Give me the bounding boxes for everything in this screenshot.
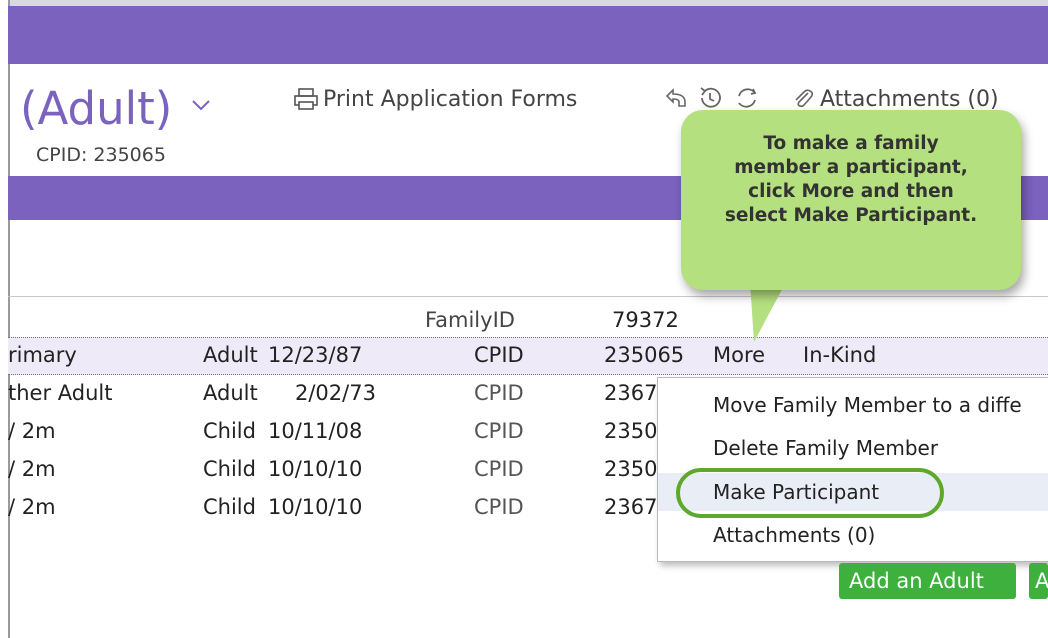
table-top-divider	[8, 296, 1048, 297]
chevron-down-icon[interactable]	[188, 92, 214, 118]
row-id-value: 2367	[604, 381, 658, 405]
callout-pointer	[750, 282, 786, 342]
row-type: Adult	[203, 381, 258, 405]
row-dob: 10/11/08	[268, 419, 363, 443]
row-name: rimary	[8, 343, 77, 367]
row-id-value: 235065	[604, 343, 685, 367]
row-id-value: 2367	[604, 495, 658, 519]
callout-line: select Make Participant.	[724, 205, 978, 226]
print-forms-button[interactable]: Print Application Forms	[293, 86, 577, 112]
family-id-label: FamilyID	[425, 308, 515, 332]
callout-line: To make a family	[763, 133, 939, 154]
undo-icon[interactable]	[663, 86, 689, 112]
paperclip-icon	[795, 89, 814, 108]
row-dob: 10/10/10	[268, 495, 363, 519]
row-type: Adult	[203, 343, 258, 367]
row-id-label: CPID	[474, 457, 524, 481]
table-row-primary[interactable]	[8, 337, 1048, 375]
family-id-value: 79372	[612, 308, 679, 332]
print-forms-label: Print Application Forms	[323, 86, 578, 112]
row-dob: 12/23/87	[268, 343, 363, 367]
instruction-callout: To make a family member a participant, c…	[681, 110, 1021, 290]
row-id-label: CPID	[474, 419, 524, 443]
row-type: Child	[203, 419, 256, 443]
row-name: / 2m	[8, 419, 56, 443]
history-icon[interactable]	[696, 84, 724, 112]
printer-icon	[294, 88, 318, 110]
row-id-value: 2350	[604, 419, 658, 443]
cpid-label: CPID: 235065	[36, 144, 166, 166]
top-header-bar	[8, 6, 1048, 64]
page-title: (Adult)	[20, 82, 173, 135]
menu-item-attachments[interactable]: Attachments (0)	[658, 516, 1048, 554]
window-left-border	[0, 0, 10, 638]
row-id-label: CPID	[474, 343, 524, 367]
row-name: / 2m	[8, 495, 56, 519]
callout-line: click More and then	[748, 181, 954, 202]
add-adult-button[interactable]: Add an Adult	[839, 563, 1016, 599]
row-dob: 2/02/73	[295, 381, 376, 405]
row-dob: 10/10/10	[268, 457, 363, 481]
row-name: / 2m	[8, 457, 56, 481]
make-participant-highlight	[676, 468, 944, 518]
menu-item-delete-family-member[interactable]: Delete Family Member	[658, 429, 1048, 467]
menu-item-move-family-member[interactable]: Move Family Member to a diffe	[658, 386, 1048, 424]
refresh-icon[interactable]	[733, 84, 761, 112]
row-id-value: 2350	[604, 457, 658, 481]
row-type: Child	[203, 495, 256, 519]
attachments-button[interactable]: Attachments (0)	[790, 86, 999, 112]
row-name: ther Adult	[8, 381, 113, 405]
attachments-label: Attachments (0)	[820, 86, 999, 112]
row-id-label: CPID	[474, 381, 524, 405]
row-type: Child	[203, 457, 256, 481]
in-kind-label: In-Kind	[803, 343, 877, 367]
row-id-label: CPID	[474, 495, 524, 519]
add-child-button-partial[interactable]: A	[1029, 563, 1048, 599]
more-link[interactable]: More	[713, 343, 765, 367]
callout-line: member a participant,	[734, 157, 968, 178]
